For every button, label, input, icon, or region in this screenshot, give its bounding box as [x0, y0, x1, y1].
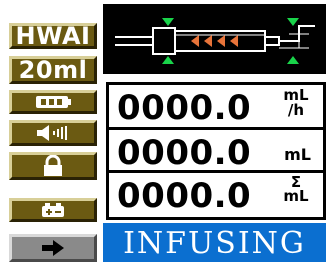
- volume-unit: mL: [284, 145, 311, 164]
- drug-button[interactable]: HWAI: [9, 22, 97, 50]
- button-column: HWAI 20ml: [9, 0, 97, 262]
- syringe-size-button[interactable]: 20ml: [9, 56, 97, 84]
- syringe-illustration: [115, 18, 315, 64]
- battery-icon: [33, 94, 73, 110]
- power-button[interactable]: [9, 198, 97, 222]
- total-readout: 0000.0 Σ mL: [106, 170, 326, 220]
- speaker-volume-icon: [33, 124, 73, 142]
- arrow-right-icon: [39, 239, 67, 257]
- next-button[interactable]: [9, 234, 97, 262]
- status-bar: INFUSING: [103, 223, 326, 262]
- syringe-graphic-panel: [103, 4, 326, 74]
- rate-value: 0000.0: [117, 88, 252, 128]
- volume-button[interactable]: [9, 120, 97, 146]
- rate-unit: mL /h: [281, 88, 311, 118]
- status-text: INFUSING: [123, 226, 306, 261]
- lock-icon: [40, 155, 66, 177]
- syringe-size-label: 20ml: [18, 56, 88, 84]
- rate-readout: 0000.0 mL /h: [106, 82, 326, 132]
- rate-unit-bottom: /h: [287, 101, 305, 119]
- volume-value: 0000.0: [117, 133, 252, 173]
- total-unit-label: mL: [283, 187, 309, 205]
- total-value: 0000.0: [117, 176, 252, 216]
- total-unit: Σ mL: [281, 175, 311, 205]
- battery-button[interactable]: [9, 90, 97, 114]
- power-plug-icon: [39, 202, 67, 218]
- lock-button[interactable]: [9, 152, 97, 180]
- drug-label: HWAI: [15, 22, 91, 50]
